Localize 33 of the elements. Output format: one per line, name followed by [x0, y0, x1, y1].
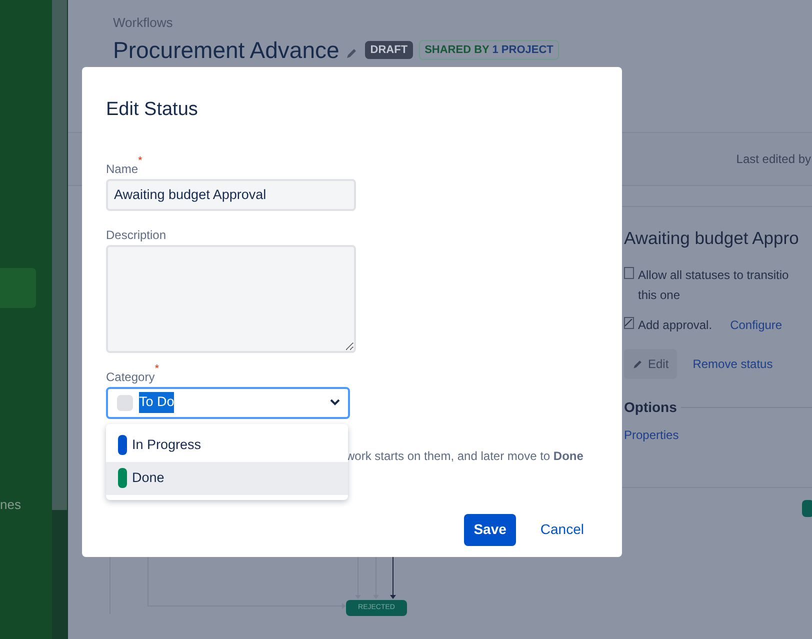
selected-category: To Do: [139, 392, 174, 413]
chevron-down-icon: [330, 399, 340, 406]
description-field[interactable]: [106, 244, 356, 352]
field-label: Category: [106, 368, 155, 386]
checkbox-label: Add approval.: [638, 317, 712, 334]
save-button[interactable]: Save: [464, 514, 516, 546]
field-label: Name: [106, 160, 138, 178]
pencil-icon: [632, 358, 644, 370]
draft-badge: DRAFT: [365, 40, 413, 59]
section-heading: Options: [624, 398, 677, 418]
checkbox[interactable]: [624, 267, 634, 280]
last-edited-text: Last edited by: [736, 151, 811, 168]
field-label: Description: [106, 226, 166, 244]
checkbox-label: this one: [638, 287, 682, 304]
sidebar-label: nes: [0, 496, 22, 514]
diagram-node[interactable]: [802, 500, 812, 517]
cancel-button[interactable]: Cancel: [540, 514, 584, 546]
dropdown-option[interactable]: In Progress: [106, 428, 348, 462]
category-select[interactable]: To Do: [106, 386, 350, 418]
workflow-title: Procurement Advance: [113, 36, 340, 64]
shared-badge: SHARED BY 1 PROJECT: [418, 40, 560, 60]
properties-link[interactable]: Properties: [624, 426, 812, 444]
checkbox[interactable]: [624, 317, 634, 330]
remove-status-link[interactable]: Remove status: [692, 355, 773, 374]
required-asterisk: *: [138, 156, 142, 168]
dropdown-option[interactable]: Done: [106, 462, 348, 494]
name-field[interactable]: Awaiting budget Approval: [106, 178, 356, 210]
edit-button[interactable]: Edit: [624, 349, 677, 380]
required-asterisk: *: [154, 364, 159, 374]
configure-link[interactable]: Configure: [730, 315, 782, 336]
checkbox-label: Allow all statuses to transitio: [638, 267, 789, 284]
dialog-title: Edit Status: [106, 98, 199, 122]
status-title: Awaiting budget Appro: [624, 227, 800, 250]
